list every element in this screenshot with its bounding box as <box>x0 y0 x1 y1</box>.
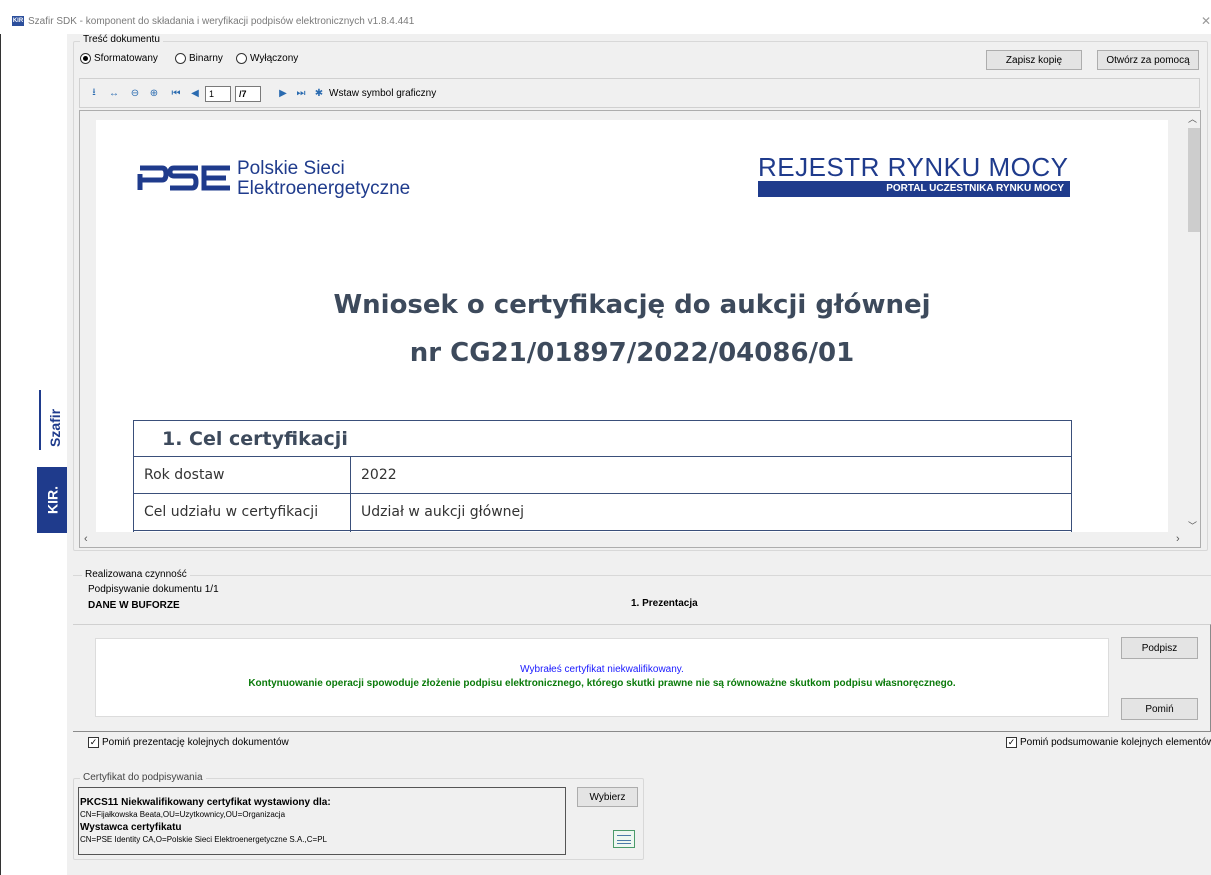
table-row-label: Rok dostaw <box>133 456 351 494</box>
message-blue: Wybrałeś certyfikat niekwalifikowany. <box>520 664 684 675</box>
radio-binary-label: Binarny <box>189 53 223 64</box>
issuer-label: Wystawca certyfikatu <box>80 822 182 833</box>
pse-logo-mark <box>137 165 230 191</box>
skip-next-docs-label: Pomiń prezentację kolejnych dokumentów <box>102 737 289 748</box>
next-page-icon[interactable]: ▶ <box>277 87 289 99</box>
action-group-border <box>73 575 1211 576</box>
certificate-legend: Certyfikat do podpisywania <box>80 772 206 783</box>
first-page-icon[interactable]: ⏮ <box>170 87 182 99</box>
pse-name: Polskie Sieci Elektroenergetyczne <box>237 159 410 199</box>
action-legend: Realizowana czynność <box>82 569 190 580</box>
radio-disabled[interactable]: Wyłączony <box>236 53 298 64</box>
document-heading-line2: nr CG21/01897/2022/04086/01 <box>409 338 855 368</box>
fit-width-icon[interactable]: ↔ <box>108 87 120 99</box>
radio-binary[interactable]: Binarny <box>175 53 223 64</box>
zoom-out-icon[interactable]: ⊖ <box>129 87 141 99</box>
zoom-in-icon[interactable]: ⊕ <box>148 87 160 99</box>
table-row-value: 2022 <box>350 456 1072 494</box>
app-icon: KIR <box>12 16 24 26</box>
checkbox-checked-icon[interactable]: ✓ <box>88 737 99 748</box>
brand-divider <box>39 390 41 450</box>
insert-symbol-button[interactable]: Wstaw symbol graficzny <box>329 88 436 99</box>
message-green: Kontynuowanie operacji spowoduje złożeni… <box>248 678 956 689</box>
skip-next-docs-checkbox[interactable]: ✓ Pomiń prezentację kolejnych dokumentów <box>88 737 289 748</box>
register-subtitle: PORTAL UCZESTNIKA RYNKU MOCY <box>758 181 1070 197</box>
table-row-value: Udział w aukcji głównej <box>350 493 1072 531</box>
table-row-label: Cel udziału w certyfikacji <box>133 493 351 531</box>
skip-button[interactable]: Pomiń <box>1121 698 1198 720</box>
fit-height-icon[interactable]: ⭳ <box>88 87 100 99</box>
sign-button[interactable]: Podpisz <box>1121 637 1198 659</box>
total-pages-field: /7 <box>235 86 261 102</box>
checkbox-checked-icon[interactable]: ✓ <box>1006 737 1017 748</box>
step-label: 1. Prezentacja <box>631 598 698 609</box>
radio-disabled-label: Wyłączony <box>250 53 299 64</box>
horizontal-scrollbar[interactable] <box>80 532 1200 547</box>
close-icon[interactable]: ✕ <box>1201 14 1211 28</box>
radio-formatted-label: Sformatowany <box>94 53 158 64</box>
window-left-border <box>0 34 12 875</box>
previous-page-icon[interactable]: ◀ <box>189 87 201 99</box>
vertical-scroll-thumb[interactable] <box>1188 128 1200 232</box>
pse-name-line2: Elektroenergetyczne <box>237 178 411 199</box>
radio-disabled-circle[interactable] <box>236 53 247 64</box>
document-heading-line1: Wniosek o certyfikację do aukcji głównej <box>333 290 931 320</box>
section-title: 1. Cel certyfikacji <box>133 420 1072 457</box>
radio-binary-circle[interactable] <box>175 53 186 64</box>
document-content-legend: Treść dokumentu <box>80 34 163 45</box>
scroll-right-icon[interactable]: › <box>1176 533 1180 545</box>
current-page-input[interactable]: 1 <box>205 86 231 102</box>
szafir-logo: Szafir <box>47 408 63 448</box>
buffer-label: DANE W BUFORZE <box>88 600 180 611</box>
pse-logo <box>136 162 232 192</box>
action-subtitle: Podpisywanie dokumentu 1/1 <box>88 584 219 595</box>
save-copy-button[interactable]: Zapisz kopię <box>986 50 1082 70</box>
document-page: Polskie Sieci Elektroenergetyczne REJEST… <box>96 120 1168 534</box>
window-title: Szafir SDK - komponent do składania i we… <box>28 16 415 27</box>
pse-name-line1: Polskie Sieci <box>237 158 345 179</box>
certificate-icon[interactable] <box>613 830 635 848</box>
certificate-issuer: CN=PSE Identity CA,O=Polskie Sieci Elekt… <box>80 835 328 844</box>
radio-formatted-circle[interactable] <box>80 53 91 64</box>
skip-summary-checkbox[interactable]: ✓ Pomiń podsumowanie kolejnych elementów <box>1006 737 1211 748</box>
choose-certificate-button[interactable]: Wybierz <box>577 787 638 807</box>
register-title: REJESTR RYNKU MOCY <box>758 152 1069 182</box>
scroll-left-icon[interactable]: ‹ <box>84 533 88 545</box>
scroll-down-icon[interactable]: ﹀ <box>1188 519 1197 532</box>
certificate-type: PKCS11 Niekwalifikowany certyfikat wysta… <box>80 797 331 808</box>
open-with-button[interactable]: Otwórz za pomocą <box>1097 50 1199 70</box>
certificate-subject: CN=Fijałkowska Beata,OU=Uzytkownicy,OU=O… <box>80 810 286 819</box>
skip-summary-label: Pomiń podsumowanie kolejnych elementów <box>1020 737 1211 748</box>
last-page-icon[interactable]: ⏭ <box>295 87 307 99</box>
radio-formatted[interactable]: Sformatowany <box>80 53 158 64</box>
insert-symbol-icon[interactable]: ✱ <box>313 87 325 99</box>
kir-logo: KIR. <box>37 467 68 533</box>
scroll-up-icon[interactable]: ︿ <box>1188 112 1197 125</box>
